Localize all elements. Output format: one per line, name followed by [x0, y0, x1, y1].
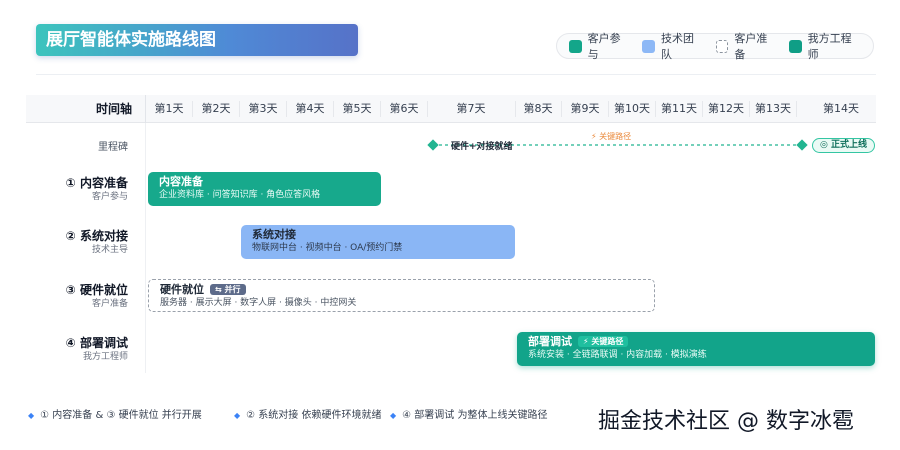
row-subtitle: 我方工程师	[82, 352, 128, 362]
legend-item-engineer: 我方工程师	[788, 30, 861, 62]
parallel-tag: ⇆ 并行	[210, 284, 246, 295]
divider	[36, 74, 876, 75]
legend-item-client: 客户参与	[569, 30, 630, 62]
diamond-icon: ◆	[28, 411, 35, 420]
legend-item-prep: 客户准备	[715, 30, 777, 62]
divider	[427, 101, 428, 117]
milestone-row-label: 里程碑	[98, 142, 128, 153]
bar-description: 系统安装 · 全链路联调 · 内容加载 · 模拟演练	[528, 350, 707, 360]
footnote-text: ① 内容准备 & ③ 硬件就位 并行开展	[40, 410, 202, 421]
diamond-icon: ◆	[234, 411, 241, 420]
milestone-start-marker	[427, 139, 439, 151]
task-bar-hardware[interactable]: 硬件就位 ⇆ 并行 服务器 · 展示大屏 · 数字人屏 · 摄像头 · 中控网关	[148, 279, 655, 312]
footnote: ◆ ④ 部署调试 为整体上线关键路径	[390, 406, 547, 421]
bar-title: 系统对接	[252, 228, 296, 241]
axis-day: 第10天	[614, 102, 650, 115]
axis-day: 第3天	[248, 102, 278, 115]
legend-swatch-tech	[642, 39, 655, 53]
divider	[655, 101, 656, 117]
axis-day: 第12天	[708, 102, 744, 115]
row-label-hardware: ③ 硬件就位 客户准备	[40, 283, 128, 310]
launch-badge: ◎ 正式上线	[812, 138, 875, 153]
divider	[239, 101, 240, 117]
row-title: ④ 部署调试	[65, 336, 128, 350]
axis-label: 时间轴	[95, 102, 132, 116]
bar-description: 服务器 · 展示大屏 · 数字人屏 · 摄像头 · 中控网关	[160, 298, 357, 308]
task-bar-content[interactable]: 内容准备 企业资料库 · 问答知识库 · 角色应答风格	[148, 172, 381, 206]
critical-path-label: ⚡ 关键路径	[591, 132, 632, 141]
task-bar-deploy[interactable]: 部署调试 ⚡ 关键路径 系统安装 · 全链路联调 · 内容加载 · 模拟演练	[517, 332, 875, 366]
legend-item-tech: 技术团队	[642, 30, 703, 62]
legend-swatch-engineer	[788, 39, 802, 53]
divider	[333, 101, 334, 117]
row-subtitle: 技术主导	[91, 245, 128, 255]
timeline-axis: 时间轴 第1天 第2天 第3天 第4天 第5天 第6天 第7天 第8天 第9天 第10天 第11天第…	[26, 95, 876, 123]
bar-title: 内容准备	[159, 175, 203, 188]
axis-day: 第5天	[342, 102, 372, 115]
divider	[515, 101, 516, 117]
bar-title: 硬件就位	[160, 283, 204, 296]
axis-day: 第7天	[456, 102, 486, 115]
bar-description: 企业资料库 · 问答知识库 · 角色应答风格	[159, 190, 321, 200]
legend: 客户参与 技术团队 客户准备 我方工程师	[556, 30, 874, 62]
axis-day: 第1天	[154, 102, 184, 115]
legend-swatch-client	[569, 39, 582, 53]
divider	[380, 101, 381, 117]
bar-title: 部署调试	[528, 335, 572, 348]
row-title: ① 内容准备	[65, 176, 128, 190]
axis-day: 第13天	[755, 102, 791, 115]
legend-label: 我方工程师	[807, 32, 852, 61]
divider	[608, 101, 609, 117]
row-label-integration: ② 系统对接 技术主导	[40, 229, 128, 256]
divider	[749, 101, 750, 117]
row-subtitle: 客户准备	[91, 299, 128, 309]
bar-description: 物联网中台 · 视频中台 · OA/预约门禁	[252, 243, 403, 253]
divider	[796, 101, 797, 117]
footnote: ◆ ② 系统对接 依赖硬件环境就绪	[234, 406, 381, 421]
row-label-content: ① 内容准备 客户参与	[40, 176, 128, 203]
axis-day: 第9天	[570, 102, 600, 115]
divider	[286, 101, 287, 117]
critical-path-tag: ⚡ 关键路径	[578, 336, 629, 347]
milestone-launch-marker	[796, 139, 808, 151]
row-title: ③ 硬件就位	[65, 283, 128, 297]
divider	[702, 101, 703, 117]
task-bar-integration[interactable]: 系统对接 物联网中台 · 视频中台 · OA/预约门禁	[241, 225, 515, 259]
legend-label: 客户准备	[734, 32, 768, 61]
row-subtitle: 客户参与	[91, 192, 128, 202]
axis-day: 第8天	[523, 102, 553, 115]
divider	[192, 101, 193, 117]
page-title: 展厅智能体实施路线图	[36, 24, 358, 56]
legend-label: 客户参与	[587, 32, 621, 61]
axis-day: 第11天	[661, 102, 697, 115]
legend-swatch-prep	[715, 39, 729, 53]
diamond-icon: ◆	[390, 411, 397, 420]
divider	[561, 101, 562, 117]
axis-day: 第2天	[201, 102, 231, 115]
footnote-text: ② 系统对接 依赖硬件环境就绪	[246, 410, 382, 421]
footnote: ◆ ① 内容准备 & ③ 硬件就位 并行开展	[28, 406, 202, 421]
axis-day: 第14天	[823, 102, 859, 115]
axis-day: 第4天	[295, 102, 325, 115]
divider	[145, 123, 146, 373]
milestone-start-label: 硬件+对接就绪	[451, 142, 513, 152]
axis-day: 第6天	[389, 102, 419, 115]
footnote-text: ④ 部署调试 为整体上线关键路径	[402, 410, 548, 421]
legend-label: 技术团队	[660, 32, 694, 61]
row-title: ② 系统对接	[65, 229, 128, 243]
watermark: 掘金技术社区 @ 数字冰雹	[598, 409, 854, 434]
row-label-deploy: ④ 部署调试 我方工程师	[40, 336, 128, 363]
